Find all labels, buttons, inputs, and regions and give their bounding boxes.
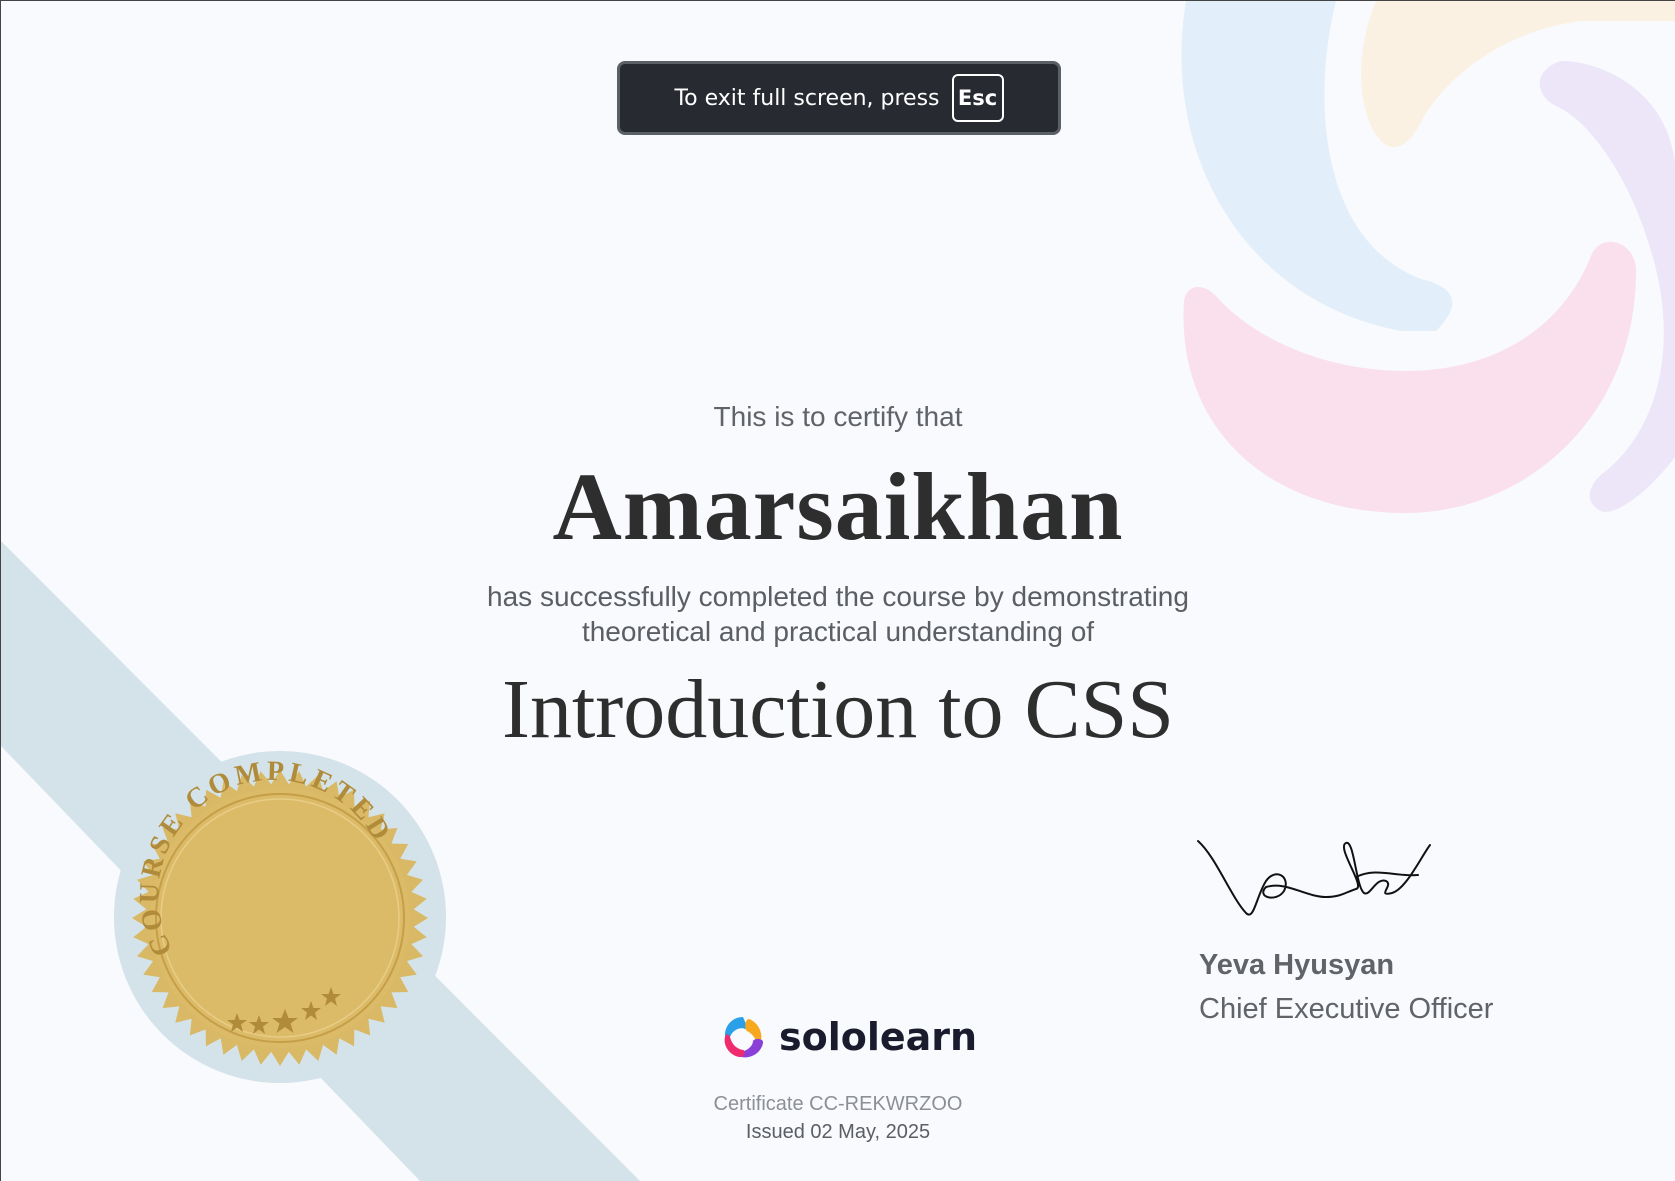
sololearn-logo: sololearn [719, 1013, 977, 1061]
ceo-signature [1197, 840, 1431, 916]
description-line-1: has successfully completed the course by… [487, 581, 1189, 612]
swirl-blue [1181, 1, 1453, 331]
fullscreen-notice-text: To exit full screen, press [674, 85, 940, 111]
esc-key-badge: Esc [951, 74, 1004, 122]
brand-name: sololearn [779, 1015, 978, 1059]
swirl-orange [1361, 1, 1675, 148]
swirl-purple [1539, 61, 1675, 512]
course-title: Introduction to CSS [501, 663, 1175, 756]
description-line-2: theoretical and practical understanding … [581, 616, 1095, 647]
course-completed-seal: COURSE COMPLETED [132, 756, 428, 1066]
sololearn-logo-icon [724, 1017, 764, 1058]
certify-intro: This is to certify that [713, 401, 963, 432]
certificate-id: Certificate CC-REKWRZOO [713, 1093, 963, 1115]
fullscreen-exit-notice: To exit full screen, press Esc [617, 61, 1061, 135]
issued-date: Issued 02 May, 2025 [745, 1121, 931, 1143]
signer-title: Chief Executive Officer [1199, 993, 1494, 1025]
signer-name: Yeva Hyusyan [1199, 949, 1395, 981]
completion-description: has successfully completed the course by… [338, 579, 1338, 649]
certificate-page: To exit full screen, press Esc This is t… [0, 0, 1675, 1181]
recipient-name: Amarsaikhan [552, 453, 1124, 560]
